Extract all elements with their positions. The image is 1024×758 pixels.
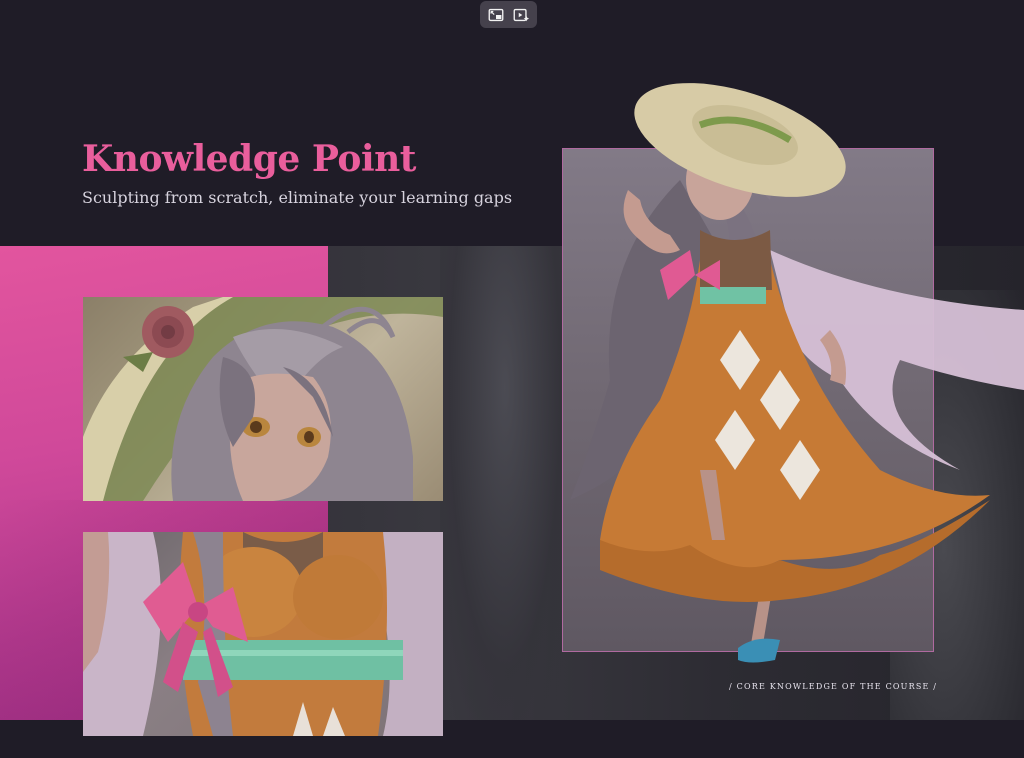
main-figure-frame xyxy=(562,148,934,652)
media-toolbar xyxy=(480,1,537,28)
picture-in-picture-button[interactable] xyxy=(485,5,507,25)
play-video-button[interactable] xyxy=(510,5,532,25)
page-subtitle: Sculpting from scratch, eliminate your l… xyxy=(82,188,513,207)
page-title: Knowledge Point xyxy=(82,138,416,180)
play-sparkle-icon xyxy=(513,8,529,21)
face-closeup-image xyxy=(83,297,443,501)
picture-in-picture-icon xyxy=(488,8,504,21)
torso-closeup-image xyxy=(83,532,443,736)
course-caption: / CORE KNOWLEDGE OF THE COURSE / xyxy=(729,682,938,691)
background-figure-shadow xyxy=(440,246,570,720)
